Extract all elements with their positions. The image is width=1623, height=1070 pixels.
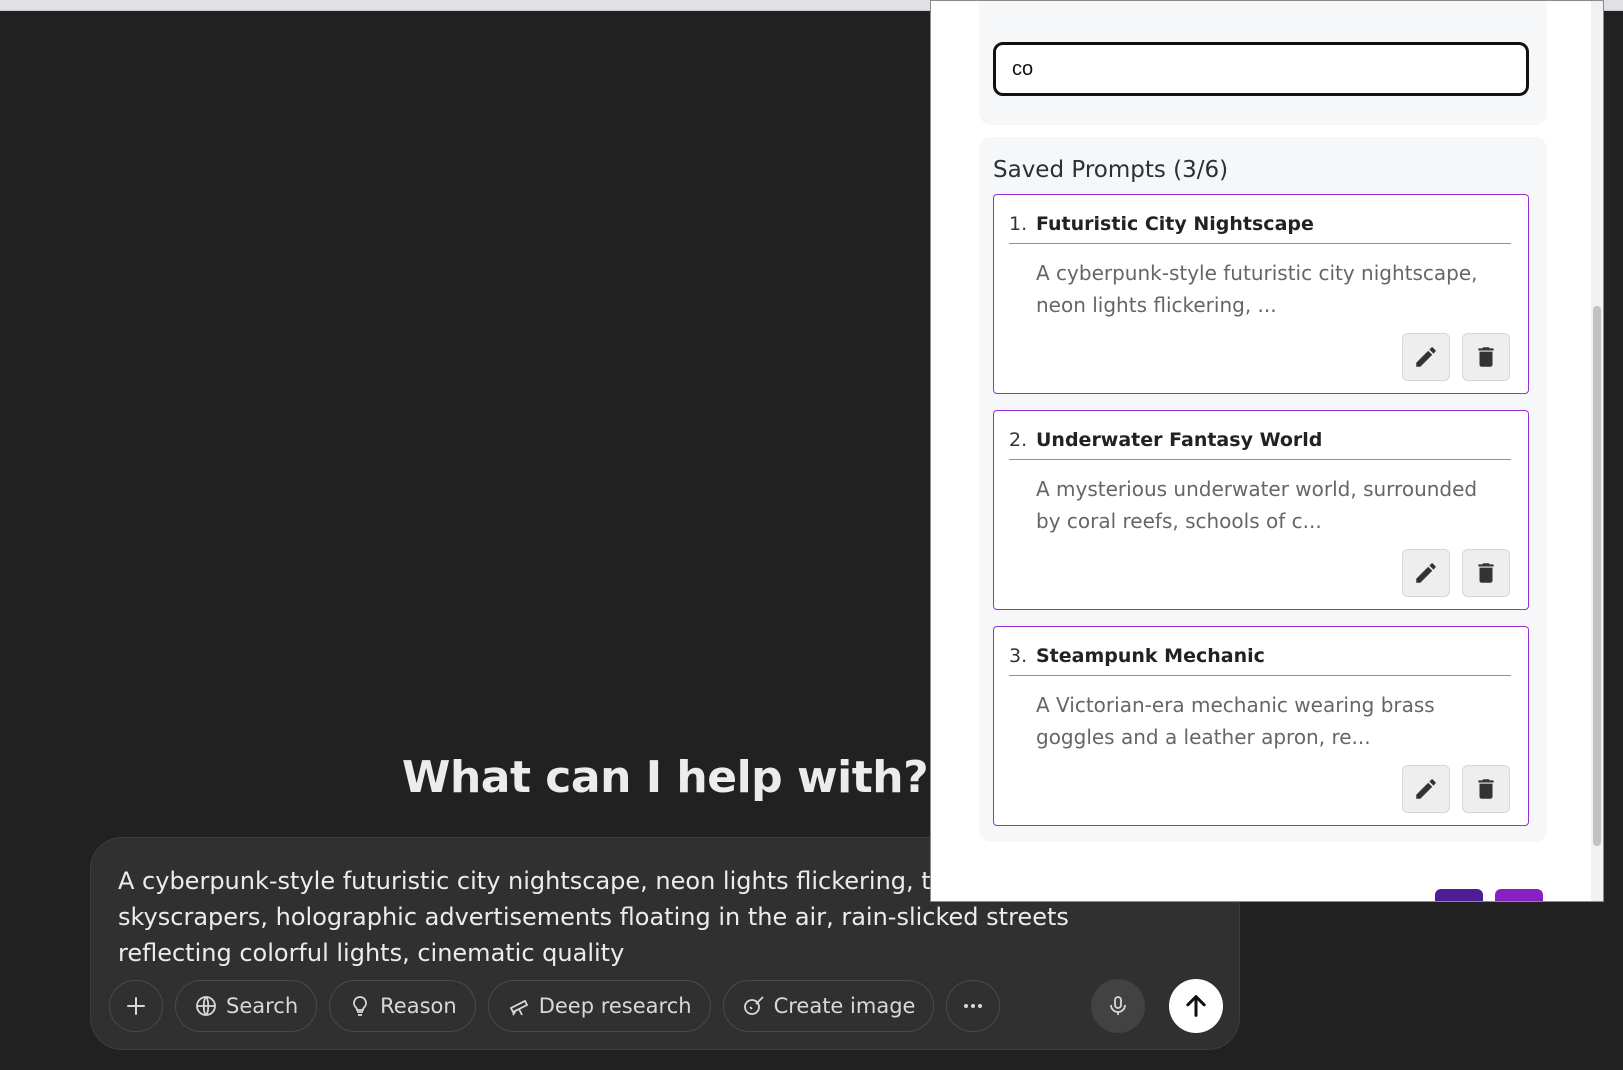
search-button-label: Search — [226, 994, 299, 1018]
trash-icon — [1478, 563, 1494, 583]
prompt-title: Futuristic City Nightscape — [1036, 213, 1314, 235]
microphone-button[interactable] — [1091, 979, 1145, 1033]
prompt-snippet: A cyberpunk-style futuristic city nights… — [1036, 261, 1478, 317]
search-section — [979, 1, 1547, 125]
composer-toolbar: Search Reason Deep research Create image — [109, 979, 1001, 1033]
prompt-card[interactable]: 3. Steampunk Mechanic A Victorian-era me… — [993, 626, 1529, 826]
saved-prompts-panel: Saved Prompts (3/6) 1. Futuristic City N… — [930, 0, 1604, 902]
reason-button-label: Reason — [380, 994, 457, 1018]
saved-prompts-title: Saved Prompts (3/6) — [993, 157, 1229, 183]
panel-footer-button-primary[interactable] — [1435, 889, 1483, 901]
saved-prompts-section: Saved Prompts (3/6) 1. Futuristic City N… — [979, 137, 1547, 842]
panel-footer-button-secondary[interactable] — [1495, 889, 1543, 901]
prompt-card[interactable]: 1. Futuristic City Nightscape A cyberpun… — [993, 194, 1529, 394]
ellipsis-icon — [964, 1004, 983, 1008]
send-button[interactable] — [1169, 979, 1223, 1033]
prompt-number: 1. — [1009, 213, 1028, 235]
prompt-title: Steampunk Mechanic — [1036, 645, 1265, 667]
search-button[interactable]: Search — [175, 980, 318, 1032]
delete-prompt-button[interactable] — [1462, 333, 1510, 381]
create-image-button[interactable]: Create image — [722, 980, 935, 1032]
prompt-card-header: 3. Steampunk Mechanic — [1009, 645, 1511, 676]
prompt-search-input[interactable] — [993, 42, 1529, 96]
prompt-card[interactable]: 2. Underwater Fantasy World A mysterious… — [993, 410, 1529, 610]
pencil-icon — [1416, 563, 1436, 583]
prompt-card-header: 2. Underwater Fantasy World — [1009, 429, 1511, 460]
edit-prompt-button[interactable] — [1402, 549, 1450, 597]
telescope-icon — [509, 999, 528, 1016]
edit-prompt-button[interactable] — [1402, 333, 1450, 381]
panel-scrollbar[interactable] — [1591, 1, 1603, 901]
reason-button[interactable]: Reason — [329, 980, 476, 1032]
arrow-up-icon — [1186, 995, 1206, 1017]
pencil-icon — [1416, 779, 1436, 799]
edit-prompt-button[interactable] — [1402, 765, 1450, 813]
microphone-icon — [1110, 996, 1126, 1015]
deep-research-button[interactable]: Deep research — [487, 980, 711, 1032]
trash-icon — [1478, 347, 1494, 367]
more-button[interactable] — [946, 980, 1001, 1032]
deep-research-button-label: Deep research — [538, 994, 692, 1018]
prompt-number: 2. — [1009, 429, 1028, 451]
lightbulb-icon — [353, 996, 368, 1016]
create-image-button-label: Create image — [773, 994, 916, 1018]
prompt-card-header: 1. Futuristic City Nightscape — [1009, 213, 1511, 244]
prompt-title: Underwater Fantasy World — [1036, 429, 1323, 451]
add-button[interactable] — [109, 980, 163, 1032]
prompt-snippet: A mysterious underwater world, surrounde… — [1036, 477, 1478, 533]
trash-icon — [1478, 779, 1494, 799]
paint-brush-icon — [743, 996, 764, 1015]
delete-prompt-button[interactable] — [1462, 765, 1510, 813]
panel-scrollbar-thumb[interactable] — [1593, 306, 1601, 846]
globe-icon — [196, 996, 216, 1016]
plus-icon — [127, 997, 145, 1015]
pencil-icon — [1416, 347, 1436, 367]
prompt-snippet: A Victorian-era mechanic wearing brass g… — [1036, 693, 1435, 749]
prompt-number: 3. — [1009, 645, 1028, 667]
delete-prompt-button[interactable] — [1462, 549, 1510, 597]
